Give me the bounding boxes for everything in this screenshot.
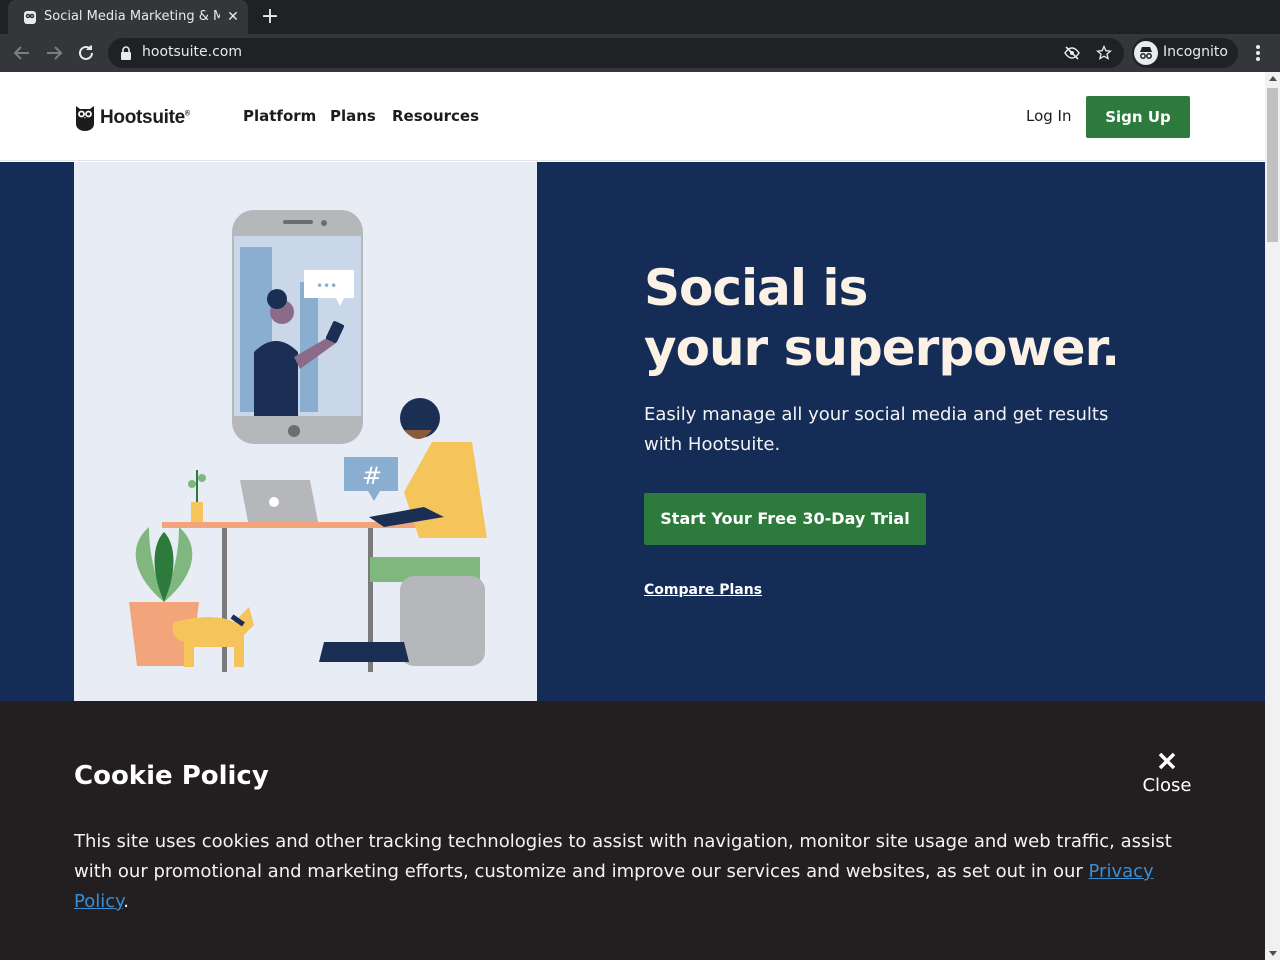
- compare-plans-link[interactable]: Compare Plans: [644, 582, 762, 598]
- owl-logo-icon: [76, 106, 94, 131]
- plus-icon[interactable]: +: [258, 5, 282, 29]
- browser-tab-strip: Social Media Marketing & Management Dash…: [0, 0, 1280, 34]
- cookie-body-end: .: [123, 891, 129, 912]
- hero-headline-line2: your superpower.: [644, 319, 1120, 377]
- incognito-icon: [1134, 41, 1158, 65]
- cookie-close-label[interactable]: Close: [1140, 775, 1194, 796]
- chat-dots: •••: [316, 279, 337, 293]
- incognito-indicator[interactable]: Incognito: [1132, 38, 1238, 68]
- hero-subtitle: Easily manage all your social media and …: [644, 404, 1109, 455]
- reload-icon[interactable]: [74, 41, 98, 65]
- more-vert-icon[interactable]: [1248, 41, 1268, 65]
- nav-resources[interactable]: Resources: [392, 107, 479, 125]
- hero-illustration-svg: ••• #: [129, 210, 487, 672]
- scroll-thumb[interactable]: [1267, 88, 1278, 242]
- close-icon[interactable]: ✕: [224, 8, 242, 26]
- hero-headline: Social is your superpower.: [644, 258, 1204, 378]
- logo-wordmark: Hootsuite®: [100, 107, 190, 128]
- hootsuite-logo[interactable]: Hootsuite®: [75, 104, 200, 134]
- nav-plans[interactable]: Plans: [330, 107, 376, 125]
- back-arrow-icon[interactable]: [10, 41, 34, 65]
- free-trial-button[interactable]: Start Your Free 30-Day Trial: [644, 493, 926, 545]
- cookie-text: This site uses cookies and other trackin…: [74, 827, 1204, 917]
- hashtag-text: #: [362, 462, 382, 490]
- svg-text:•••: •••: [316, 279, 337, 293]
- tab-title: Social Media Marketing & Management Dash…: [44, 9, 220, 24]
- signup-button[interactable]: Sign Up: [1086, 96, 1190, 138]
- hootsuite-owl-icon: [24, 11, 36, 24]
- incognito-label: Incognito: [1163, 44, 1228, 60]
- page-viewport: Hootsuite® Platform Plans Resources Log …: [0, 72, 1265, 960]
- browser-toolbar: hootsuite.com Incognito: [0, 34, 1280, 72]
- hero-illustration: ••• #: [74, 162, 537, 702]
- forward-arrow-icon[interactable]: [42, 41, 66, 65]
- page-scrollbar[interactable]: [1265, 72, 1280, 960]
- cookie-close-button[interactable]: Close: [1140, 751, 1194, 797]
- cookie-body: This site uses cookies and other trackin…: [74, 831, 1172, 882]
- eye-slash-icon[interactable]: [1064, 45, 1080, 61]
- hero-headline-line1: Social is: [644, 259, 868, 317]
- scroll-down-arrow-icon[interactable]: [1269, 951, 1277, 956]
- address-bar[interactable]: hootsuite.com: [108, 38, 1124, 68]
- site-header: Hootsuite® Platform Plans Resources Log …: [0, 72, 1265, 161]
- scroll-up-arrow-icon[interactable]: [1269, 76, 1277, 81]
- hero-section: ••• # Social is your superpower. Easily …: [0, 162, 1265, 702]
- cookie-title: Cookie Policy: [74, 761, 269, 791]
- login-link[interactable]: Log In: [1026, 107, 1072, 125]
- lock-icon: [121, 46, 131, 60]
- url-text: hootsuite.com: [142, 44, 243, 60]
- close-icon[interactable]: [1157, 751, 1177, 771]
- cookie-banner: Cookie Policy Close This site uses cooki…: [0, 701, 1265, 960]
- browser-tab[interactable]: Social Media Marketing & Management Dash…: [8, 0, 248, 34]
- star-icon[interactable]: [1096, 45, 1112, 61]
- nav-platform[interactable]: Platform: [243, 107, 316, 125]
